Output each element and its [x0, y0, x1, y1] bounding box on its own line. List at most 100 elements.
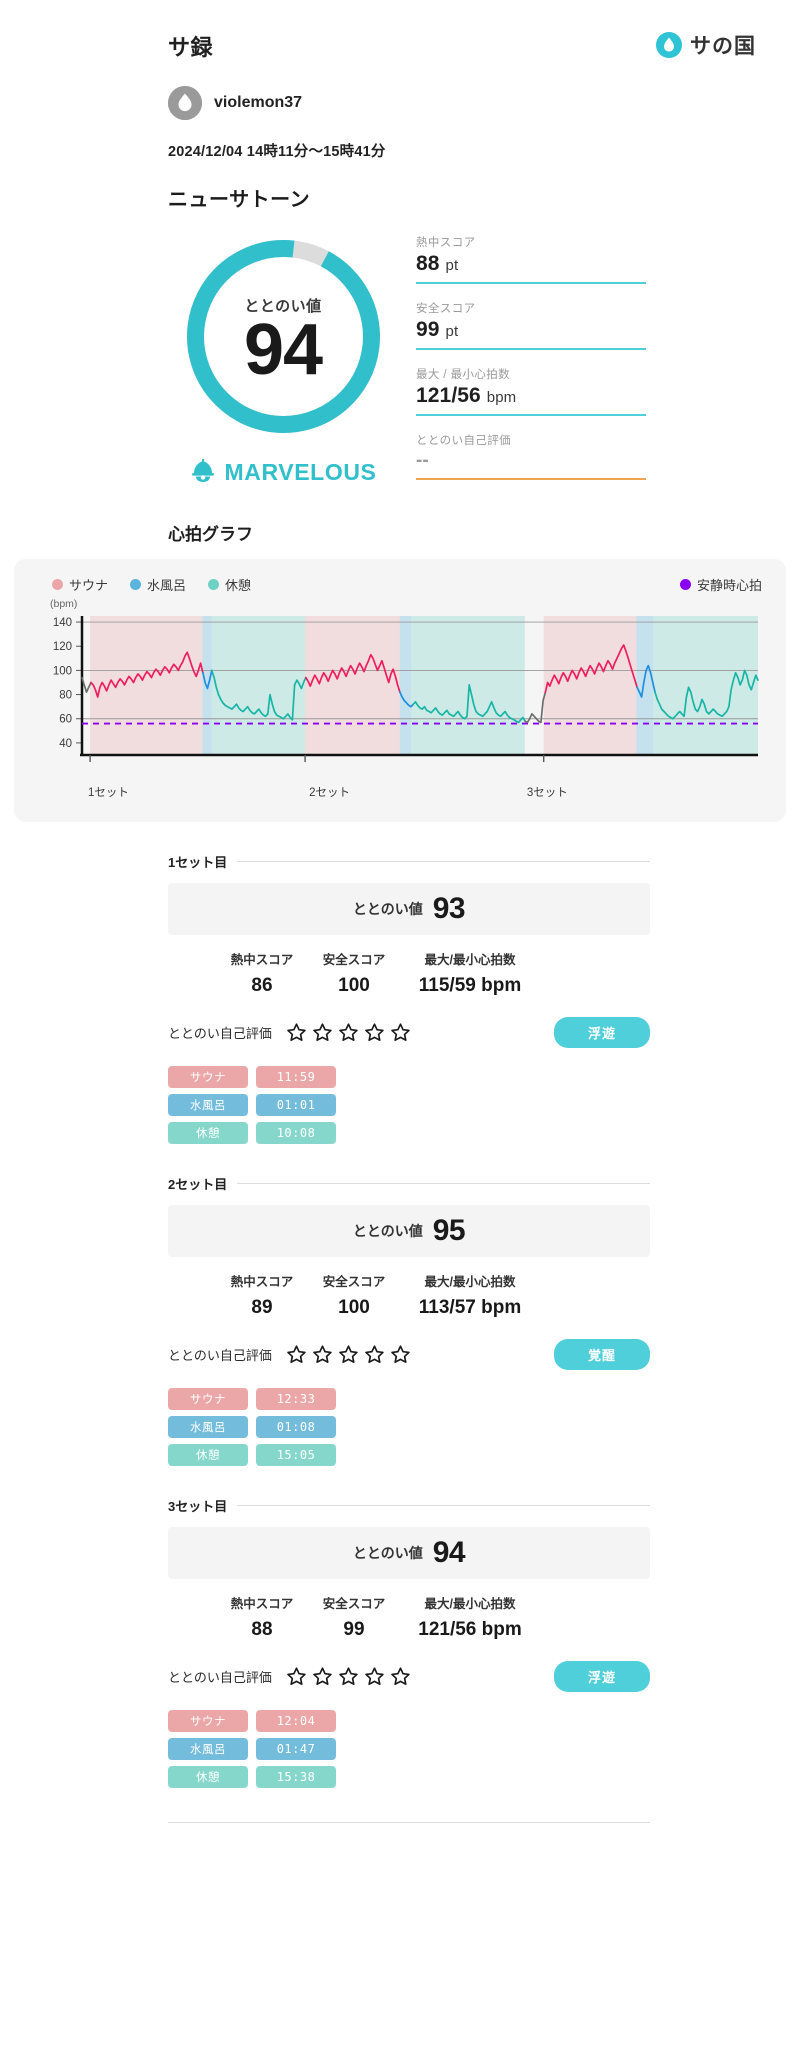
set-stat-label: 熱中スコア [230, 1275, 294, 1289]
star-icon[interactable] [390, 1666, 411, 1687]
set-stat-value: 86 [251, 975, 273, 996]
set-label: 3セット目 [168, 1499, 228, 1514]
phase-duration-chip: 01:47 [256, 1738, 336, 1760]
duration-row: 水風呂 01:01 [168, 1094, 650, 1116]
legend-item-rest: 休憩 [208, 575, 251, 594]
star-rating[interactable] [286, 1666, 411, 1687]
legend-swatch [679, 579, 691, 590]
star-rating[interactable] [286, 1344, 411, 1365]
stat-label: 熱中スコア [416, 237, 476, 249]
set-score-banner: ととのい値 95 [168, 1205, 650, 1257]
stat-value: 121/56 bpm [416, 384, 517, 407]
star-icon[interactable] [390, 1344, 411, 1365]
star-icon[interactable] [286, 1666, 307, 1687]
set-stat-label: 安全スコア [322, 953, 386, 967]
duration-row: サウナ 12:33 [168, 1388, 650, 1410]
set-score-label: ととのい値 [352, 1545, 423, 1561]
set-header: 3セット目 [168, 1496, 650, 1515]
set-stat-label: 最大/最小心拍数 [424, 953, 516, 967]
chart-plot-area[interactable]: 40 60 80 100 120 140 [30, 612, 770, 782]
phase-name-chip: 水風呂 [168, 1416, 248, 1438]
set-stats: 熱中スコア 88 安全スコア 99 最大/最小心拍数 121/56 bpm [168, 1593, 650, 1641]
set-stat-label: 最大/最小心拍数 [424, 1597, 516, 1611]
user-row[interactable]: violemon37 [0, 62, 800, 120]
set-stat-label: 安全スコア [322, 1597, 386, 1611]
x-tick-label: 1セット [88, 787, 129, 799]
phase-name-chip: サウナ [168, 1710, 248, 1732]
phase-name-chip: 水風呂 [168, 1094, 248, 1116]
set-stat-label: 安全スコア [322, 1275, 386, 1289]
set-label: 1セット目 [168, 855, 228, 870]
star-icon[interactable] [338, 1022, 359, 1043]
phase-duration-chip: 10:08 [256, 1122, 336, 1144]
svg-text:140: 140 [53, 617, 72, 629]
star-icon[interactable] [364, 1022, 385, 1043]
set-stat-value: 99 [343, 1619, 365, 1640]
stat-unit: pt [445, 323, 459, 340]
stat-unit: bpm [486, 389, 517, 406]
phase-name-chip: サウナ [168, 1066, 248, 1088]
star-icon[interactable] [312, 1666, 333, 1687]
stat-max-min-hr: 最大 / 最小心拍数 121/56 bpm [416, 366, 646, 416]
set-stat-heat: 熱中スコア 88 [216, 1593, 308, 1641]
star-icon[interactable] [286, 1344, 307, 1365]
star-icon[interactable] [364, 1666, 385, 1687]
stat-value: 88 pt [416, 252, 459, 275]
star-icon[interactable] [364, 1344, 385, 1365]
stat-underline [416, 348, 646, 350]
summary-score-block: ととのい値 94 MARVELOUS 熱中スコア 88 pt 安全スコア 99 … [0, 212, 800, 496]
legend-item-resting-hr: 安静時心拍 [679, 575, 762, 594]
chart-legend: サウナ 水風呂 休憩 安静時心拍 [30, 573, 770, 598]
phase-durations: サウナ 12:33 水風呂 01:08 休憩 15:05 [168, 1388, 650, 1466]
star-rating[interactable] [286, 1022, 411, 1043]
bottom-divider [168, 1822, 650, 1823]
water-drop-icon [656, 32, 682, 58]
stat-label: ととのい自己評価 [416, 435, 512, 447]
legend-swatch [52, 579, 63, 590]
set-stat-hr: 最大/最小心拍数 115/59 bpm [400, 949, 540, 997]
divider [237, 1505, 650, 1506]
svg-text:100: 100 [53, 665, 72, 677]
phase-name-chip: 休憩 [168, 1766, 248, 1788]
svg-text:40: 40 [59, 738, 72, 750]
self-rating-label: ととのい自己評価 [168, 1670, 272, 1685]
legend-swatch [208, 579, 220, 590]
legend-label: サウナ [69, 578, 109, 593]
phase-duration-chip: 12:04 [256, 1710, 336, 1732]
stat-heat-score: 熱中スコア 88 pt [416, 234, 646, 284]
duration-row: 水風呂 01:47 [168, 1738, 650, 1760]
stat-underline [416, 478, 646, 480]
brand-name: サの国 [690, 35, 756, 58]
star-icon[interactable] [338, 1666, 359, 1687]
heart-rate-plot[interactable]: 40 60 80 100 120 140 [30, 612, 768, 777]
divider [237, 861, 650, 862]
rank-label: MARVELOUS [224, 459, 377, 485]
star-icon[interactable] [390, 1022, 411, 1043]
mood-chip[interactable]: 覚醒 [554, 1339, 650, 1370]
stat-safety-score: 安全スコア 99 pt [416, 300, 646, 350]
set-section: 1セット目 ととのい値 93 熱中スコア 86 安全スコア 100 最大/最小心拍数 115/5… [0, 852, 800, 1144]
star-icon[interactable] [286, 1022, 307, 1043]
mood-chip[interactable]: 浮遊 [554, 1661, 650, 1692]
set-stat-hr: 最大/最小心拍数 113/57 bpm [400, 1271, 540, 1319]
mood-chip[interactable]: 浮遊 [554, 1017, 650, 1048]
set-stat-hr: 最大/最小心拍数 121/56 bpm [400, 1593, 540, 1641]
set-stat-safety: 安全スコア 100 [308, 1271, 400, 1319]
page-title: サ録 [168, 35, 214, 60]
legend-item-coldbath: 水風呂 [130, 575, 186, 594]
stat-underline [416, 282, 646, 284]
brand-logo[interactable]: サの国 [656, 30, 778, 60]
session-report-page: サ録 サの国 violemon37 2024/12/04 14時11分〜15時4… [0, 0, 800, 1863]
set-stat-heat: 熱中スコア 86 [216, 949, 308, 997]
phase-durations: サウナ 12:04 水風呂 01:47 休憩 15:38 [168, 1710, 650, 1788]
star-icon[interactable] [338, 1344, 359, 1365]
duration-row: 休憩 10:08 [168, 1122, 650, 1144]
gauge-value: 94 [243, 309, 323, 390]
self-rating-row: ととのい自己評価 浮遊 [168, 1661, 650, 1692]
star-icon[interactable] [312, 1344, 333, 1365]
star-icon[interactable] [312, 1022, 333, 1043]
totonoi-gauge: ととのい値 94 [181, 234, 386, 439]
session-datetime: 2024/12/04 14時11分〜15時41分 [168, 144, 386, 160]
divider [237, 1183, 650, 1184]
stat-self-rating[interactable]: ととのい自己評価 -- [416, 432, 646, 480]
